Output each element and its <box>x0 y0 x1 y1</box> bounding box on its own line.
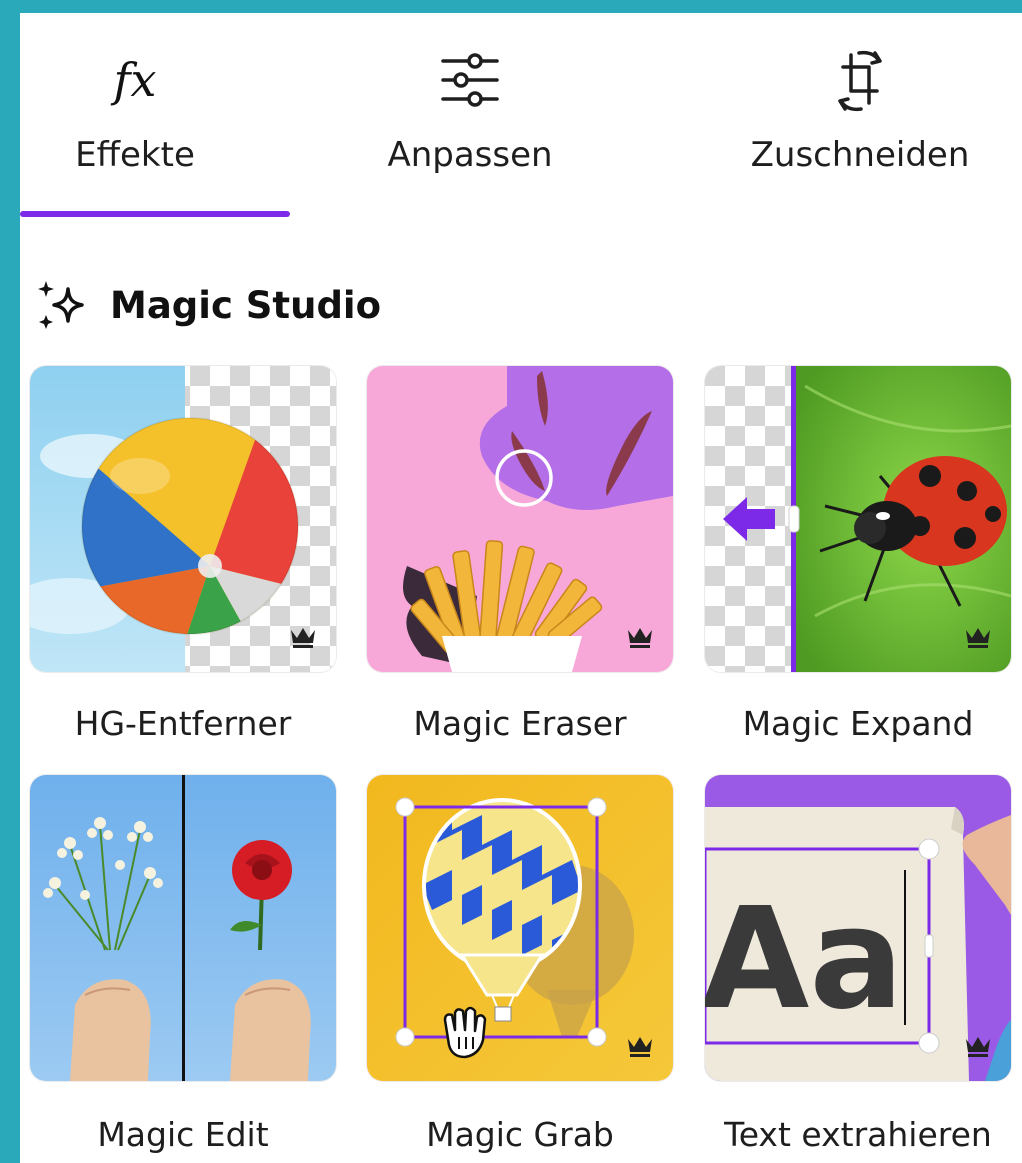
crown-icon <box>966 628 990 648</box>
tab-effekte[interactable]: fx Effekte <box>20 13 250 218</box>
tab-zuschneiden-label: Zuschneiden <box>750 135 970 175</box>
tool-label: HG-Entferner <box>74 704 292 743</box>
active-tab-indicator <box>20 211 290 217</box>
tool-card-magic-grab[interactable]: Magic Grab <box>367 775 673 1154</box>
grab-hand-icon <box>443 1006 487 1059</box>
crop-rotate-icon <box>825 45 895 115</box>
tool-card-magic-edit[interactable]: Magic Edit <box>30 775 336 1154</box>
section-title: Magic Studio <box>110 283 382 327</box>
tab-anpassen[interactable]: Anpassen <box>355 13 585 218</box>
tool-label: Magic Eraser <box>413 704 627 743</box>
tool-label: Magic Grab <box>426 1115 614 1154</box>
crown-icon <box>291 628 315 648</box>
aa-sample-text: Aa <box>705 878 904 1041</box>
crown-icon <box>628 628 652 648</box>
tool-label: Text extrahieren <box>724 1115 992 1154</box>
tab-bar: fx Effekte Anpassen Zuschneiden <box>20 13 1022 218</box>
tool-card-text-extrahieren[interactable]: Aa Text extrahieren <box>705 775 1011 1154</box>
tool-label: Magic Expand <box>742 704 974 743</box>
edit-panel: fx Effekte Anpassen Zuschneiden Magic St… <box>20 13 1022 1163</box>
tool-label: Magic Edit <box>97 1115 269 1154</box>
sparkle-icon <box>34 275 94 335</box>
tool-thumbnail <box>367 366 673 672</box>
tool-thumbnail <box>30 366 336 672</box>
crown-icon <box>628 1037 652 1057</box>
tool-thumbnail: Aa <box>705 775 1011 1081</box>
tab-effekte-label: Effekte <box>75 135 195 175</box>
tool-thumbnail <box>367 775 673 1081</box>
crown-icon <box>966 1037 990 1057</box>
tool-thumbnail <box>705 366 1011 672</box>
fx-icon: fx <box>113 53 157 107</box>
tool-card-magic-eraser[interactable]: Magic Eraser <box>367 366 673 743</box>
tool-card-magic-expand[interactable]: Magic Expand <box>705 366 1011 743</box>
section-header: Magic Studio <box>34 275 381 335</box>
tool-thumbnail <box>30 775 336 1081</box>
tab-zuschneiden[interactable]: Zuschneiden <box>725 13 995 218</box>
tool-card-hg-entferner[interactable]: HG-Entferner <box>30 366 336 743</box>
tab-anpassen-label: Anpassen <box>387 135 553 175</box>
sliders-icon <box>435 45 505 115</box>
